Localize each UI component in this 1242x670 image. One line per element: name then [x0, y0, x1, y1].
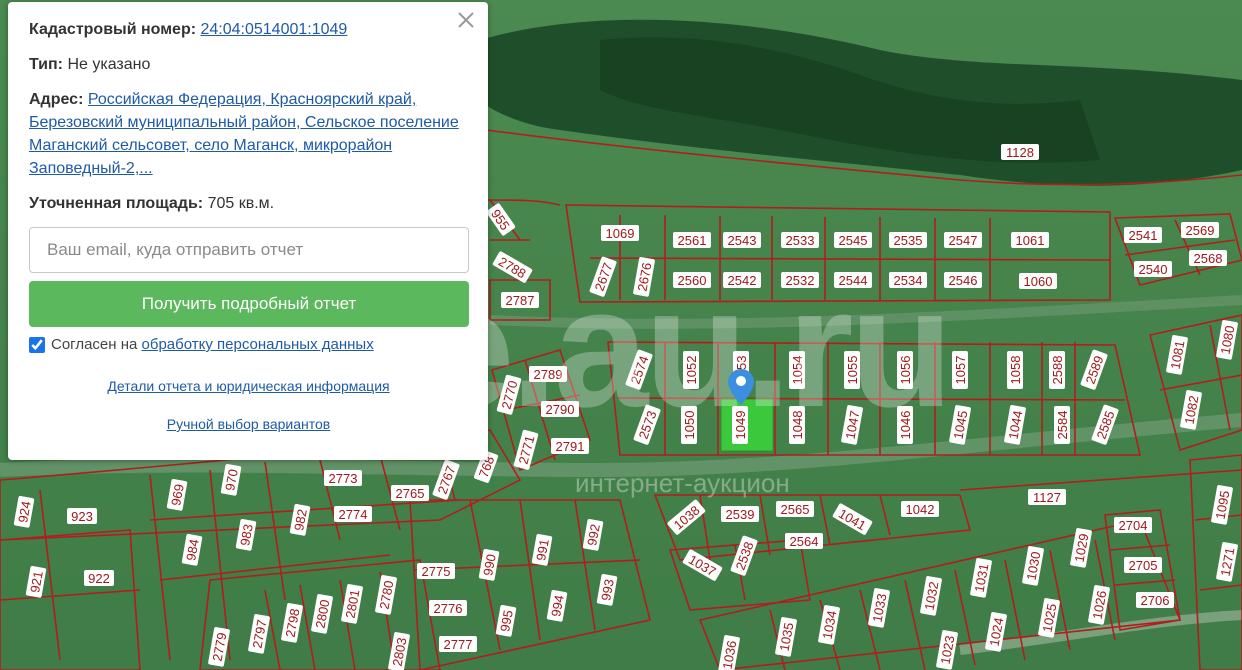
parcel-label: 1058 — [1007, 351, 1023, 389]
parcel-label: 2765 — [391, 485, 429, 501]
parcel-number: 923 — [71, 509, 93, 524]
parcel-number: 2546 — [949, 273, 978, 288]
parcel-label: 2545 — [834, 232, 872, 248]
parcel-number: 1042 — [906, 502, 935, 517]
parcel-label: 1127 — [1028, 489, 1066, 505]
cadastral-number-link[interactable]: 24:04:0514001:1049 — [201, 21, 348, 38]
parcel-label: 2588 — [1049, 351, 1065, 389]
area-row: Уточненная площадь: 705 кв.м. — [29, 192, 468, 215]
parcel-number: 2775 — [422, 564, 451, 579]
parcel-label: 2541 — [1124, 227, 1162, 243]
email-input[interactable] — [29, 227, 469, 273]
parcel-number: 2776 — [434, 601, 463, 616]
type-row: Тип: Не указано — [29, 53, 468, 76]
parcel-number: 1128 — [1006, 145, 1034, 160]
parcel-number: 1058 — [1008, 356, 1023, 385]
parcel-label: 2569 — [1181, 222, 1219, 238]
parcel-label: 922 — [84, 570, 114, 586]
parcel-label: 2539 — [721, 506, 759, 522]
parcel-label: 2535 — [889, 232, 927, 248]
parcel-label: 1128 — [1001, 144, 1039, 160]
parcel-number: 2535 — [894, 233, 923, 248]
parcel-label: 2565 — [776, 501, 814, 517]
parcel-label: 2546 — [944, 272, 982, 288]
parcel-label: 2777 — [439, 636, 477, 652]
parcel-label: 2540 — [1134, 261, 1172, 277]
parcel-number: 2568 — [1194, 251, 1223, 266]
parcel-label: 2561 — [673, 232, 711, 248]
parcel-number: 2706 — [1141, 593, 1170, 608]
parcel-label: 2776 — [429, 600, 467, 616]
address-row: Адрес: Российская Федерация, Красноярски… — [29, 88, 468, 180]
parcel-number: 2704 — [1119, 518, 1148, 533]
parcel-label: 2543 — [723, 232, 761, 248]
parcel-label: 1060 — [1019, 273, 1057, 289]
area-value: 705 кв.м. — [207, 195, 275, 212]
watermark-logo: e.au.ru — [420, 253, 953, 443]
parcel-number: 2545 — [839, 233, 868, 248]
parcel-label: 1061 — [1011, 232, 1049, 248]
parcel-label: 2568 — [1189, 250, 1227, 266]
parcel-number: 2539 — [726, 507, 755, 522]
parcel-label: 2564 — [785, 533, 823, 549]
parcel-label: 2705 — [1124, 557, 1162, 573]
parcel-number: 1069 — [606, 226, 635, 241]
parcel-label: 2775 — [417, 563, 455, 579]
parcel-label: 2533 — [781, 232, 819, 248]
address-link[interactable]: Российская Федерация, Красноярский край,… — [29, 91, 459, 177]
parcel-number: 1061 — [1016, 233, 1045, 248]
cadastral-label: Кадастровый номер: — [29, 21, 197, 38]
consent-text: Согласен на — [51, 336, 138, 353]
parcel-number: 2547 — [949, 233, 978, 248]
parcel-number: 2773 — [329, 471, 358, 486]
parcel-number: 2777 — [444, 637, 473, 652]
parcel-label: 2773 — [324, 470, 362, 486]
parcel-number: 2765 — [396, 486, 425, 501]
watermark-text: интернет-аукцион — [575, 468, 790, 498]
parcel-label: 2584 — [1054, 406, 1070, 444]
manual-selection-link[interactable]: Ручной выбор вариантов — [29, 416, 468, 432]
parcel-number: 2774 — [339, 507, 368, 522]
parcel-label: 1042 — [901, 501, 939, 517]
parcel-label: 2547 — [944, 232, 982, 248]
parcel-number: 2541 — [1129, 228, 1158, 243]
parcel-number: 922 — [88, 571, 110, 586]
parcel-label: 1057 — [952, 351, 968, 389]
parcel-label: 923 — [67, 508, 97, 524]
parcel-number: 2588 — [1050, 356, 1065, 385]
location-pin-icon[interactable] — [728, 369, 754, 405]
parcel-label: 2704 — [1114, 517, 1152, 533]
parcel-number: 1127 — [1033, 490, 1061, 505]
address-label: Адрес: — [29, 91, 84, 108]
parcel-number: 1057 — [953, 356, 968, 385]
parcel-label: 2774 — [334, 506, 372, 522]
consent-link[interactable]: обработку персональных данных — [142, 336, 374, 353]
parcel-number: 2561 — [678, 233, 707, 248]
report-details-link[interactable]: Детали отчета и юридическая информация — [29, 378, 468, 394]
parcel-number: 2564 — [790, 534, 819, 549]
type-label: Тип: — [29, 56, 63, 73]
parcel-number: 1060 — [1024, 274, 1053, 289]
area-label: Уточненная площадь: — [29, 195, 204, 212]
parcel-number: 2540 — [1139, 262, 1168, 277]
parcel-info-panel: Кадастровый номер: 24:04:0514001:1049 Ти… — [8, 2, 488, 460]
type-value: Не указано — [67, 56, 151, 73]
close-icon — [458, 12, 474, 28]
consent-checkbox[interactable] — [29, 336, 45, 353]
parcel-label: 1069 — [601, 225, 639, 241]
parcel-number: 2584 — [1055, 411, 1070, 440]
close-button[interactable] — [456, 10, 476, 30]
parcel-number: 2569 — [1186, 223, 1215, 238]
parcel-number: 2533 — [786, 233, 815, 248]
get-report-button[interactable]: Получить подробный отчет — [29, 281, 469, 327]
parcel-number: 2705 — [1129, 558, 1158, 573]
parcel-label: 2706 — [1136, 592, 1174, 608]
parcel-number: 2565 — [781, 502, 810, 517]
consent-row: Согласен на обработку персональных данны… — [29, 336, 468, 353]
parcel-number: 2543 — [728, 233, 757, 248]
cadastral-row: Кадастровый номер: 24:04:0514001:1049 — [29, 18, 468, 41]
